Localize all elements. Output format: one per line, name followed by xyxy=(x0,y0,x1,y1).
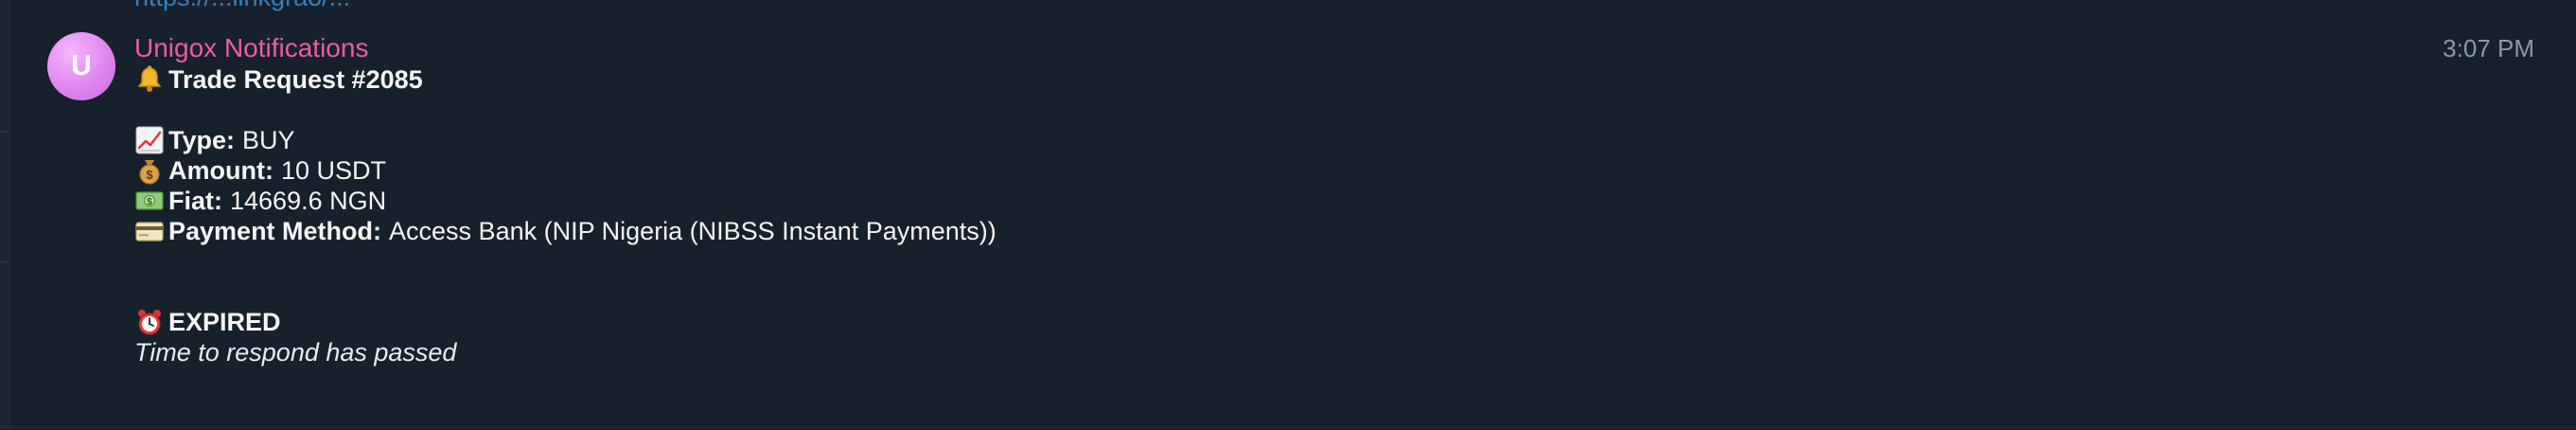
field-value: Access Bank (NIP Nigeria (NIBSS Instant … xyxy=(389,217,997,245)
svg-text:$: $ xyxy=(146,168,153,182)
message-title: Trade Request #2085 xyxy=(168,65,423,94)
field-label: Type: xyxy=(168,126,236,154)
credit-card-icon xyxy=(134,216,168,246)
avatar-letter: U xyxy=(71,50,92,81)
chart-increasing-icon xyxy=(134,125,168,155)
field-fiat: $ Fiat: 14669.6 NGN xyxy=(134,186,2406,216)
avatar[interactable]: U xyxy=(47,32,115,100)
chat-area: https://...linkgrao/... U Unigox Notific… xyxy=(0,0,2576,430)
sender-name[interactable]: Unigox Notifications xyxy=(134,32,368,64)
field-payment-method: Payment Method: Access Bank (NIP Nigeria… xyxy=(134,216,2406,246)
message-body: Trade Request #2085 Type: BUY $ Amount: … xyxy=(134,64,2406,367)
alarm-clock-icon xyxy=(134,307,168,337)
dollar-banknote-icon: $ xyxy=(134,186,168,216)
field-value: 14669.6 NGN xyxy=(230,187,387,215)
status-note: Time to respond has passed xyxy=(134,338,457,367)
status-line: EXPIRED xyxy=(134,307,2406,337)
field-label: Amount: xyxy=(168,156,273,185)
field-label: Payment Method: xyxy=(168,217,382,245)
field-amount: $ Amount: 10 USDT xyxy=(134,155,2406,186)
field-value: 10 USDT xyxy=(280,156,387,185)
message: U Unigox Notifications 3:07 PM Trade Req… xyxy=(0,0,2576,430)
money-bag-icon: $ xyxy=(134,155,168,186)
field-value: BUY xyxy=(242,126,295,154)
message-title-line: Trade Request #2085 xyxy=(134,64,2406,95)
field-label: Fiat: xyxy=(168,187,222,215)
status-badge: EXPIRED xyxy=(168,308,281,336)
status-note-line: Time to respond has passed xyxy=(134,337,2406,367)
svg-text:$: $ xyxy=(147,197,152,207)
field-type: Type: BUY xyxy=(134,125,2406,155)
bell-icon xyxy=(134,64,168,95)
bottom-divider xyxy=(0,426,2576,428)
message-time: 3:07 PM xyxy=(2443,34,2534,63)
